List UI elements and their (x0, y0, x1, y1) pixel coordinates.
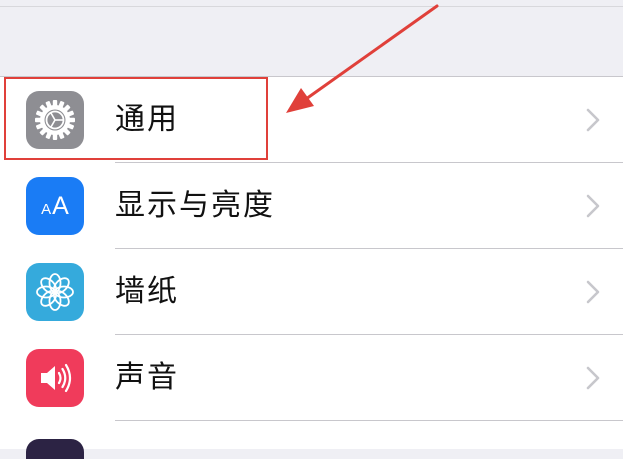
speaker-icon (26, 349, 84, 407)
chevron-right-icon (586, 366, 600, 390)
top-divider (0, 6, 623, 7)
chevron-right-icon (586, 280, 600, 304)
highlight-box (4, 77, 268, 160)
text-size-icon: AA (26, 177, 84, 235)
settings-row-wallpaper[interactable]: 墙纸 (0, 249, 623, 335)
settings-row-label: 显示与亮度 (115, 188, 275, 223)
settings-row-sounds[interactable]: 声音 (0, 335, 623, 421)
chevron-right-icon (586, 108, 600, 132)
partial-app-icon (26, 439, 84, 459)
chevron-right-icon (586, 194, 600, 218)
row-divider (115, 420, 623, 421)
flower-icon (26, 263, 84, 321)
settings-row-label: 声音 (115, 360, 179, 395)
settings-row-label: 墙纸 (115, 274, 179, 309)
settings-row-display-brightness[interactable]: AA 显示与亮度 (0, 163, 623, 249)
